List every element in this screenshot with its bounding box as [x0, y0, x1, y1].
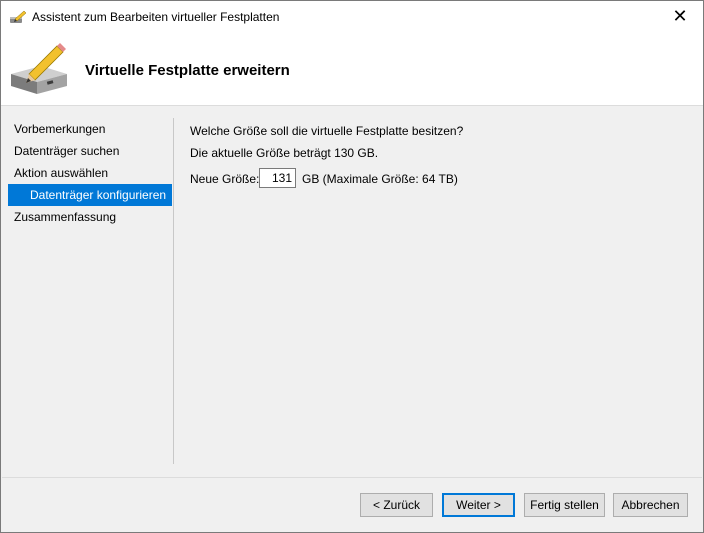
current-size-text: Die aktuelle Größe beträgt 130 GB. [190, 146, 379, 160]
wizard-window: Assistent zum Bearbeiten virtueller Fest… [0, 0, 704, 533]
wizard-header: Virtuelle Festplatte erweitern [1, 32, 703, 106]
nav-divider [173, 118, 174, 464]
nav-item-vorbemerkungen[interactable]: Vorbemerkungen [8, 118, 172, 140]
back-button[interactable]: < Zurück [360, 493, 433, 517]
new-size-row: Neue Größe: GB (Maximale Größe: 64 TB) [190, 168, 590, 190]
nav-item-datentraeger-suchen[interactable]: Datenträger suchen [8, 140, 172, 162]
size-unit-hint: GB (Maximale Größe: 64 TB) [302, 172, 458, 186]
nav-item-aktion-auswaehlen[interactable]: Aktion auswählen [8, 162, 172, 184]
nav-item-zusammenfassung[interactable]: Zusammenfassung [8, 206, 172, 228]
page-title: Virtuelle Festplatte erweitern [85, 62, 290, 79]
size-question: Welche Größe soll die virtuelle Festplat… [190, 124, 464, 138]
close-icon[interactable]: ✕ [657, 1, 703, 32]
new-size-input[interactable] [259, 168, 296, 188]
wizard-steps-nav: Vorbemerkungen Datenträger suchen Aktion… [8, 118, 172, 228]
new-size-label: Neue Größe: [190, 172, 260, 186]
finish-button[interactable]: Fertig stellen [524, 493, 605, 517]
title-bar: Assistent zum Bearbeiten virtueller Fest… [1, 1, 703, 32]
cancel-button[interactable]: Abbrechen [613, 493, 688, 517]
nav-item-datentraeger-konfigurieren[interactable]: Datenträger konfigurieren [8, 184, 172, 206]
window-title: Assistent zum Bearbeiten virtueller Fest… [32, 10, 280, 24]
disk-pencil-app-icon [9, 9, 27, 25]
next-button[interactable]: Weiter > [442, 493, 515, 517]
disk-with-pencil-icon [7, 40, 71, 100]
footer-divider [2, 477, 702, 478]
